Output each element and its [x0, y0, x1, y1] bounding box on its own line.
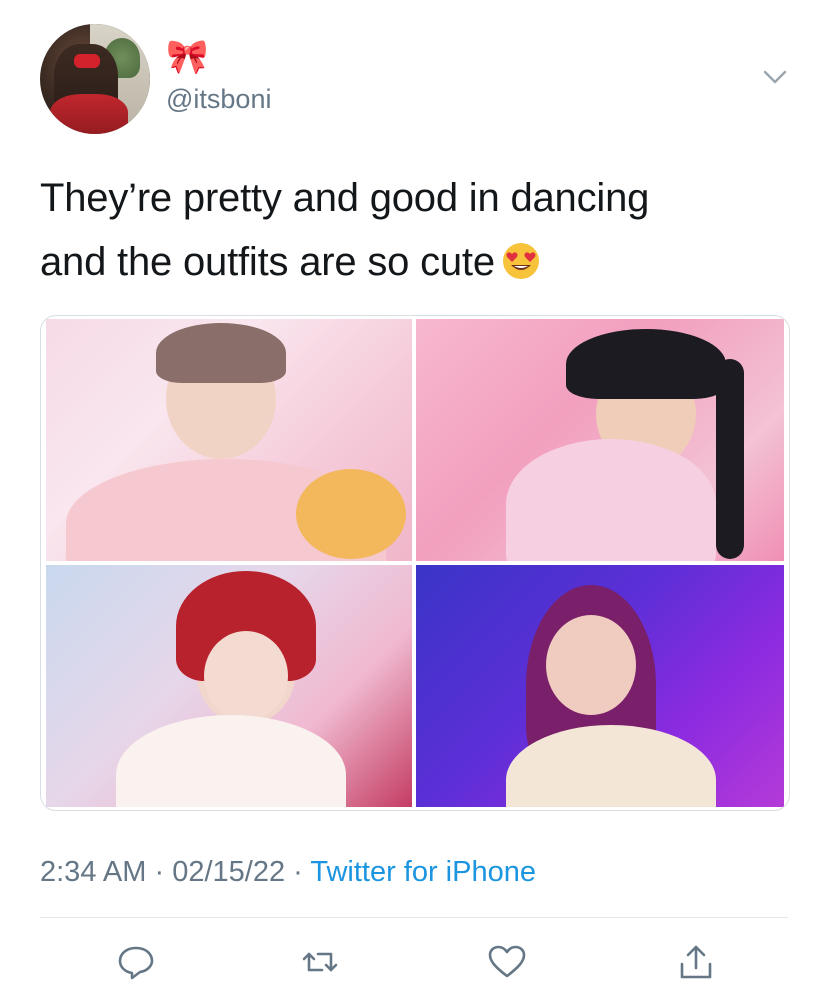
divider — [40, 917, 788, 918]
media-grid[interactable] — [40, 315, 790, 811]
tweet-photo[interactable] — [416, 565, 784, 807]
tweet-photo[interactable] — [46, 565, 412, 807]
reply-button[interactable] — [116, 942, 156, 982]
like-button[interactable] — [487, 942, 527, 982]
display-name[interactable]: 🎀 — [166, 40, 208, 74]
retweet-icon — [302, 952, 338, 972]
tweet-text-line: and the outfits are so cute — [40, 230, 780, 294]
tweet-time: 2:34 AM — [40, 856, 147, 888]
user-handle[interactable]: @itsboni — [166, 84, 271, 115]
tweet-source-link[interactable]: Twitter for iPhone — [310, 856, 536, 888]
tweet-photo[interactable] — [416, 319, 784, 561]
reply-icon — [118, 946, 154, 980]
tweet-text: They’re pretty and good in dancing and t… — [40, 166, 780, 294]
tweet-date: 02/15/22 — [172, 856, 286, 888]
meta-separator: · — [285, 856, 311, 888]
avatar[interactable] — [40, 24, 150, 134]
heart-eyes-emoji-icon — [502, 243, 539, 279]
share-icon — [680, 945, 712, 979]
retweet-button[interactable] — [300, 942, 340, 982]
meta-separator: · — [146, 856, 173, 888]
tweet-photo[interactable] — [46, 319, 412, 561]
tweet-meta: 2:34 AM · 02/15/22 · Twitter for iPhone — [40, 856, 536, 889]
tweet-text-line: They’re pretty and good in dancing — [40, 176, 650, 220]
chevron-down-icon[interactable] — [760, 62, 790, 92]
share-button[interactable] — [676, 942, 716, 982]
like-icon — [488, 945, 526, 978]
